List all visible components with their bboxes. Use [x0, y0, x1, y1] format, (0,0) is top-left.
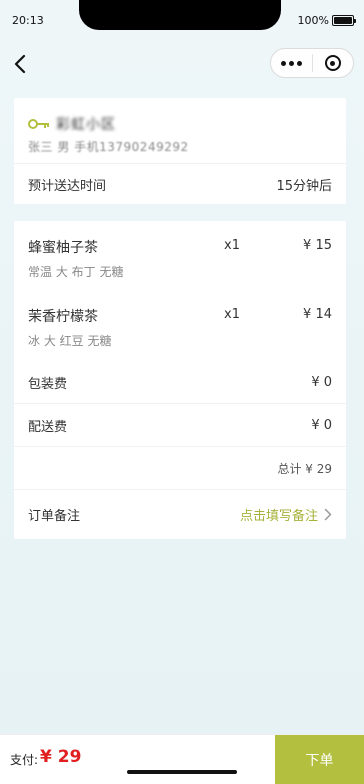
order-item: 蜂蜜柚子茶 x1 ¥ 15 常温 大 布丁 无糖 — [28, 237, 332, 281]
address-line: 彩虹小区 — [28, 116, 116, 133]
item-spec: 常温 大 布丁 无糖 — [28, 265, 124, 279]
pay-label: 支付: — [10, 753, 39, 767]
remark-label: 订单备注 — [28, 508, 81, 524]
order-total: 总计 ¥ 29 — [277, 461, 332, 476]
mini-program-capsule — [270, 48, 354, 78]
battery-percent: 100% — [297, 14, 329, 27]
delivery-fee-row: 配送费 ¥ 0 — [14, 404, 346, 446]
location-key-icon — [28, 119, 49, 129]
chevron-left-icon — [14, 54, 26, 74]
packing-fee-label: 包装费 — [28, 376, 68, 392]
home-indicator — [127, 770, 237, 774]
pay-amount: ¥ 29 — [40, 747, 82, 767]
device-notch — [79, 0, 281, 30]
nav-bar — [0, 46, 364, 82]
eta-value: 15分钟后 — [276, 178, 332, 194]
item-name: 蜂蜜柚子茶 — [28, 240, 98, 256]
eta-row: 预计送达时间 15分钟后 — [14, 164, 346, 204]
item-spec: 冰 大 红豆 无糖 — [28, 334, 112, 348]
delivery-fee-label: 配送费 — [28, 419, 68, 435]
close-mini-program-button[interactable] — [313, 49, 354, 77]
battery-indicator: 100% — [297, 14, 356, 27]
address-text: 彩虹小区 — [56, 117, 116, 133]
order-remark-row[interactable]: 订单备注 点击填写备注 — [14, 489, 346, 539]
back-button[interactable] — [6, 50, 34, 78]
remark-hint: 点击填写备注 — [240, 505, 332, 524]
item-price: ¥ 15 — [303, 238, 332, 253]
item-price: ¥ 14 — [303, 307, 332, 322]
item-quantity: x1 — [224, 307, 240, 322]
status-time: 20:13 — [12, 14, 44, 27]
address-card[interactable]: 彩虹小区 张三 男 手机13790249292 预计送达时间 15分钟后 — [14, 98, 346, 204]
packing-fee-row: 包装费 ¥ 0 — [14, 361, 346, 403]
more-dots-icon — [280, 60, 286, 66]
order-card: 蜂蜜柚子茶 x1 ¥ 15 常温 大 布丁 无糖 茉香柠檬茶 x1 ¥ 14 冰… — [14, 221, 346, 539]
contact-info: 张三 男 手机13790249292 — [28, 140, 189, 154]
item-name: 茉香柠檬茶 — [28, 309, 98, 325]
total-row: 总计 ¥ 29 — [14, 447, 346, 489]
place-order-button[interactable]: 下单 — [275, 735, 364, 784]
more-menu-button[interactable] — [271, 49, 312, 77]
chevron-right-icon — [324, 508, 332, 520]
order-item: 茉香柠檬茶 x1 ¥ 14 冰 大 红豆 无糖 — [28, 306, 332, 350]
status-bar: 20:13 100% — [0, 0, 364, 40]
target-icon — [324, 55, 341, 71]
item-quantity: x1 — [224, 238, 240, 253]
packing-fee-value: ¥ 0 — [311, 374, 332, 390]
remark-hint-text: 点击填写备注 — [239, 508, 318, 524]
checkout-bar: 支付: ¥ 29 下单 — [0, 734, 364, 784]
eta-label: 预计送达时间 — [28, 178, 107, 194]
delivery-fee-value: ¥ 0 — [311, 417, 332, 433]
battery-icon — [332, 15, 356, 26]
